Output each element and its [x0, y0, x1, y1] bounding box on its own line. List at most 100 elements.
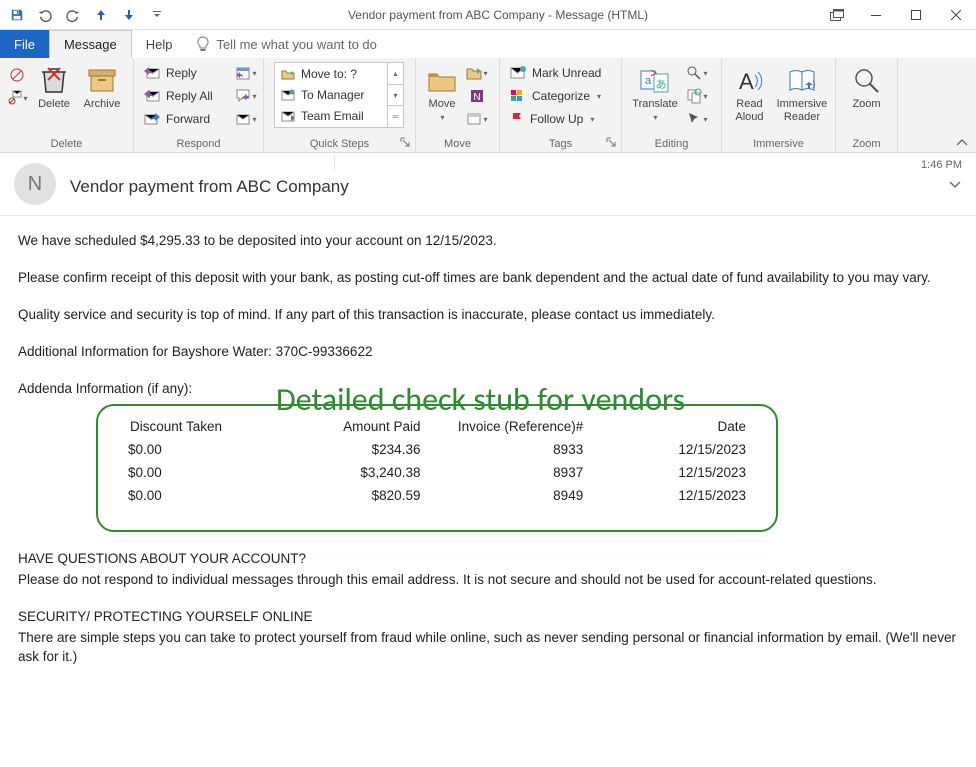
ignore-button[interactable]	[6, 64, 28, 86]
qs-scroll-down[interactable]: ▾	[388, 85, 403, 107]
check-stub-wrap: Discount Taken Amount Paid Invoice (Refe…	[96, 404, 778, 532]
categorize-button[interactable]: Categorize▾	[506, 85, 615, 107]
group-editing-label: Editing	[622, 138, 721, 152]
reply-all-label: Reply All	[166, 89, 213, 103]
qs-to-manager[interactable]: To Manager	[275, 84, 387, 105]
col-amount: Amount Paid	[262, 416, 425, 439]
body-p5: Addenda Information (if any):	[18, 380, 958, 399]
select-button[interactable]: ▾	[686, 108, 708, 130]
mark-unread-button[interactable]: Mark Unread	[506, 62, 615, 84]
next-item-button[interactable]	[116, 2, 142, 28]
cell-invoice: 8949	[424, 485, 587, 508]
expand-header-button[interactable]	[948, 179, 962, 189]
group-tags: Mark Unread Categorize▾ Follow Up▾ Tags	[500, 58, 622, 152]
cell-invoice: 8937	[424, 462, 587, 485]
junk-button[interactable]: ▾	[6, 87, 28, 109]
to-manager-icon	[281, 89, 295, 101]
reply-button[interactable]: Reply	[140, 62, 231, 84]
reply-all-icon	[144, 89, 160, 103]
tab-help[interactable]: Help	[132, 30, 187, 58]
check-stub-table: Discount Taken Amount Paid Invoice (Refe…	[124, 416, 750, 508]
categorize-label: Categorize	[532, 89, 590, 103]
quicksteps-launcher[interactable]	[400, 137, 412, 149]
follow-up-button[interactable]: Follow Up▾	[506, 108, 615, 130]
reply-label: Reply	[166, 66, 197, 80]
read-aloud-button[interactable]: A Read Aloud	[728, 62, 771, 140]
tags-launcher[interactable]	[606, 137, 618, 149]
immersive-reader-button[interactable]: Immersive Reader	[775, 62, 829, 140]
maximize-button[interactable]	[896, 1, 936, 29]
cell-invoice: 8933	[424, 439, 587, 462]
cell-discount: $0.00	[124, 462, 262, 485]
read-aloud-label: Read Aloud	[735, 98, 763, 123]
archive-button[interactable]: Archive	[80, 62, 124, 140]
zoom-button[interactable]: Zoom	[842, 62, 891, 140]
im-reply-button[interactable]: ▾	[235, 85, 257, 107]
mark-unread-label: Mark Unread	[532, 66, 601, 80]
maximize-icon	[911, 10, 921, 20]
forward-button[interactable]: Forward	[140, 108, 231, 130]
col-discount: Discount Taken	[124, 416, 262, 439]
group-immersive-label: Immersive	[722, 138, 835, 152]
qs-to-manager-label: To Manager	[301, 88, 364, 102]
tell-me-search[interactable]: Tell me what you want to do	[186, 30, 376, 58]
read-aloud-icon: A	[735, 67, 763, 95]
related-icon	[686, 88, 702, 104]
reply-all-button[interactable]: Reply All	[140, 85, 231, 107]
cell-amount: $820.59	[262, 485, 425, 508]
save-button[interactable]	[4, 2, 30, 28]
translate-button[interactable]: aあ Translate▾	[628, 62, 682, 140]
quick-access-toolbar	[0, 2, 170, 28]
qs-expand[interactable]: ═	[388, 106, 403, 127]
group-respond: Reply Reply All Forward ▾ ▾ ▾ Respond	[134, 58, 264, 152]
group-move-label: Move	[416, 138, 499, 152]
archive-icon	[87, 68, 117, 94]
message-header: N 1:46 PM Vendor payment from ABC Compan…	[0, 153, 976, 216]
body-p2: Please confirm receipt of this deposit w…	[18, 269, 958, 288]
qs-scroll: ▴ ▾ ═	[387, 63, 403, 127]
close-button[interactable]	[936, 1, 976, 29]
rules-icon	[466, 65, 482, 81]
group-move: Move▾ ▾ N ▾ Move	[416, 58, 500, 152]
actions-icon	[466, 111, 482, 127]
delete-button[interactable]: Delete	[32, 62, 76, 140]
find-button[interactable]: ▾	[686, 62, 708, 84]
table-header-row: Discount Taken Amount Paid Invoice (Refe…	[124, 416, 750, 439]
reply-icon	[144, 66, 160, 80]
redo-icon	[66, 8, 80, 22]
tab-file[interactable]: File	[0, 30, 49, 58]
actions-button[interactable]: ▾	[466, 108, 488, 130]
svg-text:A: A	[739, 69, 754, 94]
qs-team-email-label: Team Email	[301, 109, 364, 123]
quicksteps-gallery: Move to: ? To Manager Team Email ▴ ▾ ═	[274, 62, 404, 128]
archive-label: Archive	[84, 98, 121, 111]
more-respond-button[interactable]: ▾	[235, 108, 257, 130]
minimize-button[interactable]	[856, 1, 896, 29]
cell-date: 12/15/2023	[587, 485, 750, 508]
ignore-icon	[9, 67, 25, 83]
svg-text:あ: あ	[656, 78, 667, 91]
meeting-reply-button[interactable]: ▾	[235, 62, 257, 84]
qs-scroll-up[interactable]: ▴	[388, 63, 403, 85]
qs-move-to[interactable]: Move to: ?	[275, 63, 387, 84]
team-email-icon	[281, 110, 295, 122]
popout-button[interactable]	[826, 4, 848, 26]
previous-item-button[interactable]	[88, 2, 114, 28]
qs-team-email[interactable]: Team Email	[275, 106, 387, 127]
lightbulb-icon	[196, 36, 210, 52]
related-button[interactable]: ▾	[686, 85, 708, 107]
group-delete-label: Delete	[0, 138, 133, 152]
collapse-ribbon-button[interactable]	[956, 138, 968, 148]
categorize-icon	[510, 89, 526, 103]
rules-button[interactable]: ▾	[466, 62, 488, 84]
tab-message[interactable]: Message	[49, 30, 132, 58]
svg-text:a: a	[645, 75, 652, 87]
meeting-icon	[235, 65, 251, 81]
undo-button[interactable]	[32, 2, 58, 28]
customize-qat-button[interactable]	[144, 2, 170, 28]
move-button[interactable]: Move▾	[422, 62, 462, 140]
redo-button[interactable]	[60, 2, 86, 28]
onenote-button[interactable]: N	[466, 85, 488, 107]
group-quicksteps: Move to: ? To Manager Team Email ▴ ▾ ═ Q…	[264, 58, 416, 152]
body-p1: We have scheduled $4,295.33 to be deposi…	[18, 232, 958, 251]
